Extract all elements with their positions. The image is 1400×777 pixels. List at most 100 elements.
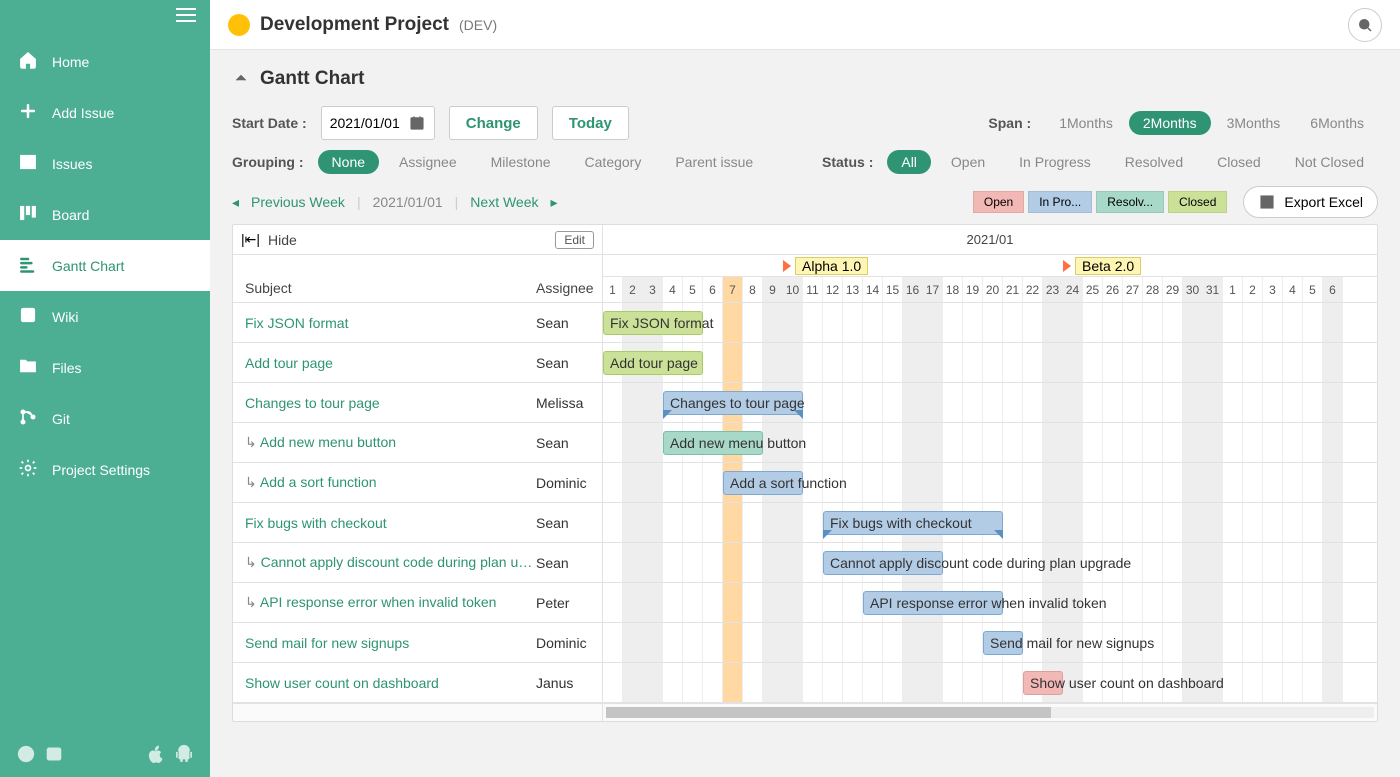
milestone-flag[interactable]: Beta 2.0 [1063,257,1141,275]
task-subject-link[interactable]: Changes to tour page [245,395,536,411]
sidebar-item-issues[interactable]: Issues [0,138,210,189]
milestone-flag[interactable]: Alpha 1.0 [783,257,868,275]
sidebar-item-label: Board [52,207,89,223]
grouping-opt-none[interactable]: None [318,150,379,174]
day-cell: 1 [603,277,623,302]
status-opt-resolved[interactable]: Resolved [1111,150,1197,174]
topbar: Development Project (DEV) [210,0,1400,50]
task-row: Cannot apply discount code during plan u… [233,543,602,583]
task-assignee: Dominic [536,635,602,651]
status-opt-all[interactable]: All [887,150,931,174]
task-bar[interactable]: API response error when invalid token [863,591,1003,615]
task-assignee: Sean [536,355,602,371]
span-opt-1months[interactable]: 1Months [1045,111,1127,135]
task-subject-link[interactable]: Fix JSON format [245,315,536,331]
today-button[interactable]: Today [552,106,629,140]
status-opt-inprogress[interactable]: In Progress [1005,150,1105,174]
issues-icon [18,152,38,175]
gantt-container: |⇤| Hide Edit Subject Assignee 2021/01 A… [232,224,1378,722]
git-icon [18,407,38,430]
day-cell: 20 [983,277,1003,302]
menu-toggle-icon[interactable] [176,8,196,22]
task-bar-row: Add a sort function [603,463,1377,503]
sidebar-item-home[interactable]: Home [0,36,210,87]
sidebar-item-git[interactable]: Git [0,393,210,444]
sidebar-item-settings[interactable]: Project Settings [0,444,210,495]
day-cell: 25 [1083,277,1103,302]
task-rows-left: Fix JSON formatSeanAdd tour pageSeanChan… [233,303,603,703]
task-bar[interactable]: Show user count on dashboard [1023,671,1063,695]
status-options: AllOpenIn ProgressResolvedClosedNot Clos… [887,150,1378,174]
toolbar-row-2: Grouping : NoneAssigneeMilestoneCategory… [232,150,1378,174]
task-subject-link[interactable]: Send mail for new signups [245,635,536,651]
status-opt-notclosed[interactable]: Not Closed [1281,150,1378,174]
task-subject-link[interactable]: Add tour page [245,355,536,371]
startdate-input[interactable]: 2021/01/01 [321,106,435,140]
hscroll[interactable] [233,703,1377,721]
apple-icon[interactable] [146,744,166,767]
book-icon[interactable] [44,744,64,767]
sidebar-item-wiki[interactable]: Wiki [0,291,210,342]
next-week-link[interactable]: Next Week [470,194,538,210]
span-opt-3months[interactable]: 3Months [1213,111,1295,135]
task-assignee: Sean [536,435,602,451]
sidebar-item-board[interactable]: Board [0,189,210,240]
export-excel-button[interactable]: Export Excel [1243,186,1378,218]
status-label: Status : [822,154,873,170]
search-icon[interactable] [1348,8,1382,42]
task-subject-link[interactable]: Show user count on dashboard [245,675,536,691]
prev-week-arrow[interactable]: ◂ [232,194,239,211]
task-bar[interactable]: Add tour page [603,351,703,375]
col-subject: Subject [233,280,292,296]
day-cell: 22 [1023,277,1043,302]
task-subject-link[interactable]: Fix bugs with checkout [245,515,536,531]
android-icon[interactable] [174,744,194,767]
task-row: Add a sort functionDominic [233,463,602,503]
help-icon[interactable] [16,744,36,767]
task-bar[interactable]: Send mail for new signups [983,631,1023,655]
board-icon [18,203,38,226]
task-bar-row: Send mail for new signups [603,623,1377,663]
grouping-opt-assignee[interactable]: Assignee [385,150,471,174]
task-bar[interactable]: Add new menu button [663,431,763,455]
grouping-opt-category[interactable]: Category [571,150,656,174]
sidebar-item-files[interactable]: Files [0,342,210,393]
project-title: Development Project [260,14,449,36]
grouping-opt-parentissue[interactable]: Parent issue [661,150,767,174]
sidebar-item-gantt[interactable]: Gantt Chart [0,240,210,291]
status-opt-closed[interactable]: Closed [1203,150,1275,174]
span-opt-6months[interactable]: 6Months [1296,111,1378,135]
next-week-arrow[interactable]: ▸ [551,194,558,211]
day-cell: 3 [1263,277,1283,302]
task-bar[interactable]: Add a sort function [723,471,803,495]
task-bar[interactable]: Changes to tour page [663,391,803,415]
collapse-icon[interactable] [232,69,250,90]
task-bar[interactable]: Fix bugs with checkout [823,511,1003,535]
day-cell: 17 [923,277,943,302]
hide-link[interactable]: Hide [268,232,297,248]
grouping-opt-milestone[interactable]: Milestone [477,150,565,174]
sidebar-item-label: Home [52,54,89,70]
task-subject-link[interactable]: API response error when invalid token [245,594,536,611]
task-subject-link[interactable]: Cannot apply discount code during plan u… [245,554,536,571]
task-bar-label: API response error when invalid token [870,595,1107,611]
sidebar-item-addissue[interactable]: Add Issue [0,87,210,138]
hide-arrow-icon[interactable]: |⇤| [241,231,260,248]
day-cell: 18 [943,277,963,302]
nav: Home Add IssueIssues Board Gantt ChartWikiF… [0,36,210,495]
gantt-icon [18,254,38,277]
task-bar[interactable]: Cannot apply discount code during plan u… [823,551,943,575]
task-bar[interactable]: Fix JSON format [603,311,703,335]
task-subject-link[interactable]: Add a sort function [245,474,536,491]
status-opt-open[interactable]: Open [937,150,999,174]
task-assignee: Melissa [536,395,602,411]
task-bar-row: Fix bugs with checkout [603,503,1377,543]
task-subject-link[interactable]: Add new menu button [245,434,536,451]
span-opt-2months[interactable]: 2Months [1129,111,1211,135]
startdate-label: Start Date : [232,115,307,131]
day-cell: 13 [843,277,863,302]
edit-button[interactable]: Edit [555,231,594,249]
change-button[interactable]: Change [449,106,538,140]
prev-week-link[interactable]: Previous Week [251,194,345,210]
day-cell: 2 [623,277,643,302]
